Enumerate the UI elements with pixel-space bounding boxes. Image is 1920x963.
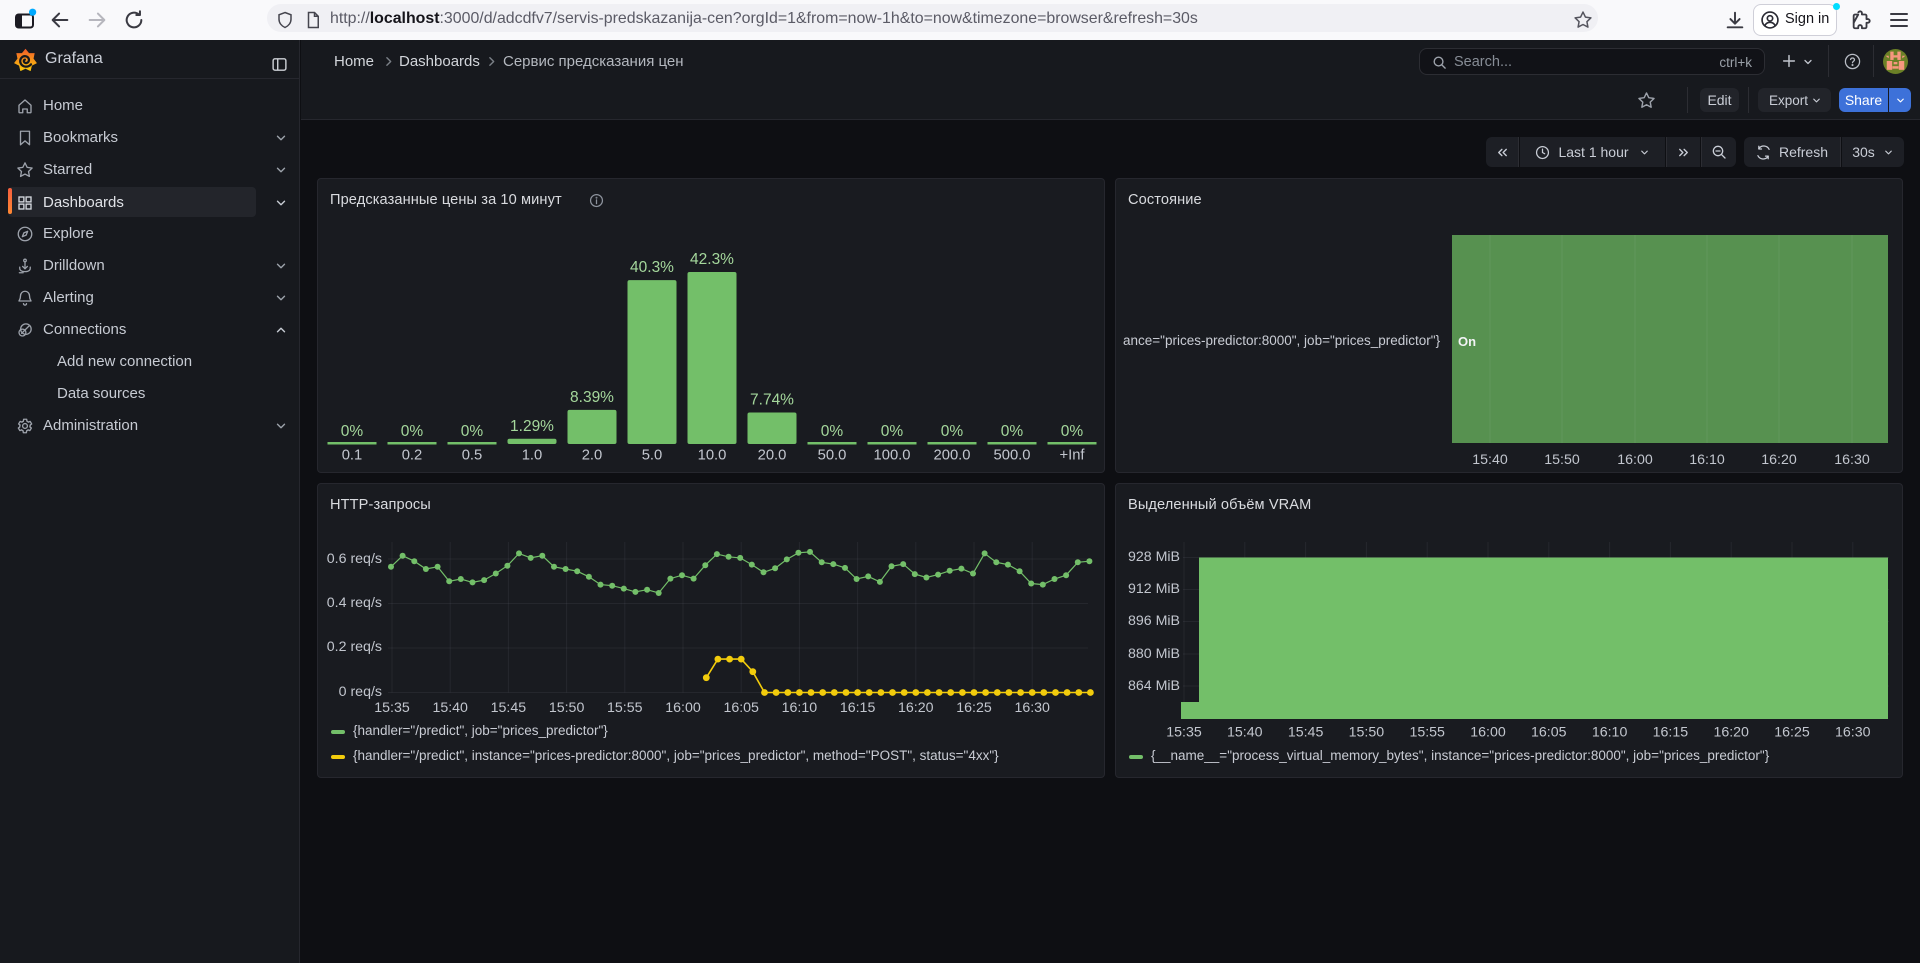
svg-text:16:15: 16:15 — [840, 700, 876, 716]
svg-text:0%: 0% — [401, 423, 424, 440]
svg-text:+Inf: +Inf — [1059, 448, 1085, 464]
svg-text:15:45: 15:45 — [1288, 725, 1324, 741]
svg-text:0%: 0% — [461, 423, 484, 440]
svg-text:16:30: 16:30 — [1014, 700, 1050, 716]
svg-text:0%: 0% — [881, 423, 904, 440]
svg-text:16:10: 16:10 — [782, 700, 818, 716]
svg-text:15:35: 15:35 — [374, 700, 410, 716]
svg-text:16:10: 16:10 — [1592, 725, 1628, 741]
svg-text:7.74%: 7.74% — [750, 392, 794, 409]
svg-text:0.2: 0.2 — [402, 448, 423, 464]
svg-text:15:35: 15:35 — [1166, 725, 1202, 741]
svg-text:16:20: 16:20 — [1713, 725, 1749, 741]
svg-text:2.0: 2.0 — [582, 448, 603, 464]
svg-text:15:55: 15:55 — [607, 700, 643, 716]
svg-text:8.39%: 8.39% — [570, 389, 614, 406]
svg-text:5.0: 5.0 — [642, 448, 663, 464]
svg-text:16:20: 16:20 — [898, 700, 934, 716]
svg-text:15:55: 15:55 — [1409, 725, 1445, 741]
svg-text:0%: 0% — [341, 423, 364, 440]
svg-text:0%: 0% — [821, 423, 844, 440]
svg-text:15:40: 15:40 — [1227, 725, 1263, 741]
svg-text:40.3%: 40.3% — [630, 259, 674, 276]
svg-text:1.0: 1.0 — [522, 448, 543, 464]
svg-text:16:15: 16:15 — [1653, 725, 1689, 741]
svg-text:15:50: 15:50 — [1349, 725, 1385, 741]
svg-text:50.0: 50.0 — [818, 448, 847, 464]
svg-text:20.0: 20.0 — [758, 448, 787, 464]
svg-text:16:05: 16:05 — [723, 700, 759, 716]
svg-text:200.0: 200.0 — [933, 448, 970, 464]
svg-text:16:00: 16:00 — [1470, 725, 1506, 741]
svg-text:0%: 0% — [1061, 423, 1084, 440]
svg-text:0%: 0% — [941, 423, 964, 440]
svg-text:16:30: 16:30 — [1835, 725, 1871, 741]
svg-text:16:25: 16:25 — [956, 700, 992, 716]
svg-text:15:45: 15:45 — [491, 700, 527, 716]
svg-text:1.29%: 1.29% — [510, 418, 554, 435]
svg-text:500.0: 500.0 — [993, 448, 1030, 464]
svg-text:0.1: 0.1 — [342, 448, 363, 464]
svg-text:16:05: 16:05 — [1531, 725, 1567, 741]
svg-text:16:00: 16:00 — [665, 700, 701, 716]
svg-text:100.0: 100.0 — [873, 448, 910, 464]
svg-text:15:50: 15:50 — [549, 700, 585, 716]
svg-text:15:40: 15:40 — [432, 700, 468, 716]
svg-text:0.5: 0.5 — [462, 448, 483, 464]
svg-text:42.3%: 42.3% — [690, 251, 734, 268]
svg-text:16:25: 16:25 — [1774, 725, 1810, 741]
svg-text:0%: 0% — [1001, 423, 1024, 440]
svg-text:10.0: 10.0 — [698, 448, 727, 464]
